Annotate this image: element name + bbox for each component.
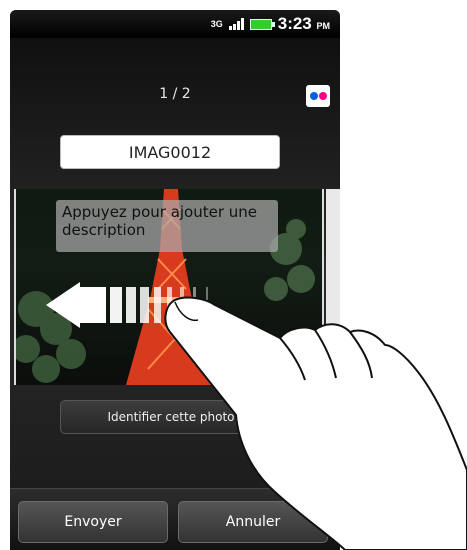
clock-time: 3:23 (277, 14, 312, 33)
flickr-icon (306, 85, 330, 107)
network-type: 3G (210, 18, 223, 29)
photo-counter: 1 / 2 (159, 86, 191, 102)
battery-icon (249, 18, 275, 30)
phone-screen: 3G 3:23 PM 1 / 2 IMAG0012 Appuyez pour a… (10, 10, 340, 550)
photo-name-field[interactable]: IMAG0012 (60, 135, 280, 169)
status-bar: 3G 3:23 PM (10, 10, 340, 38)
photo-viewer: 1 / 2 IMAG0012 Appuyez pour ajouter une … (10, 38, 340, 502)
next-photo-edge (326, 189, 340, 385)
cancel-button[interactable]: Annuler (178, 501, 328, 543)
status-clock: 3:23 PM (278, 14, 330, 34)
send-button[interactable]: Envoyer (18, 501, 168, 543)
bottom-action-bar: Envoyer Annuler (10, 488, 340, 550)
signal-icon (228, 18, 244, 30)
description-field[interactable]: Appuyez pour ajouter une description (56, 200, 278, 252)
clock-ampm: PM (316, 21, 331, 31)
identify-photo-button[interactable]: Identifier cette photo (60, 400, 282, 434)
